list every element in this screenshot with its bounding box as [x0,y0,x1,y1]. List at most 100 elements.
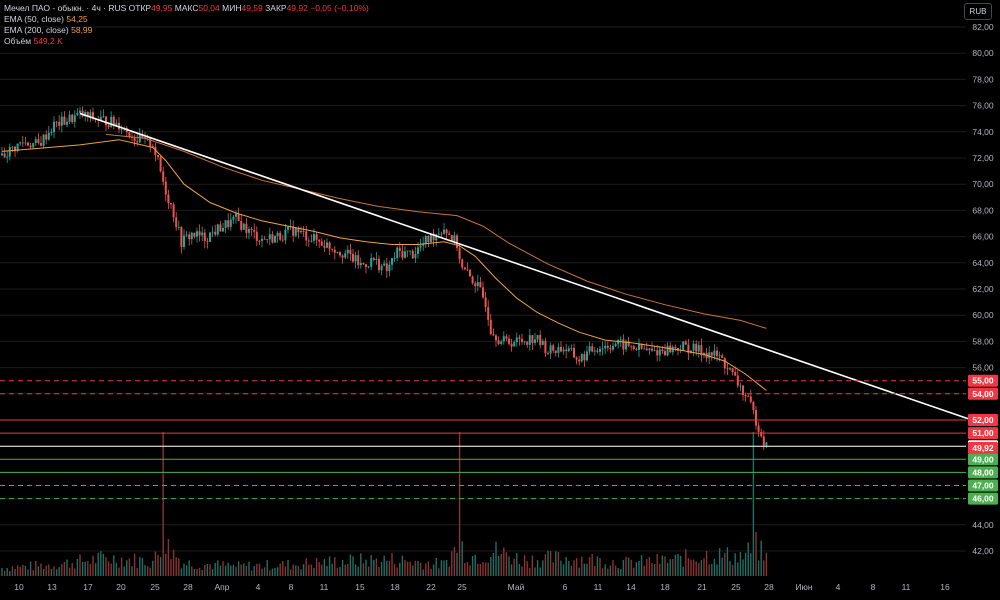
volume-bar [604,564,606,576]
volume-bar [721,557,723,576]
candle-body [1,153,3,156]
chart-canvas[interactable]: 42,0044,0046,0048,0050,0052,0054,0056,00… [0,0,1000,595]
level-badge-label: 49,00 [972,454,994,464]
volume-bar [3,570,6,576]
candle-body [586,351,588,361]
symbol-title[interactable]: Мечел ПАО - обыкн. · 4ч · RUS [4,3,126,13]
candle-body [515,337,518,343]
candle-body [40,143,42,146]
candle-body [755,409,757,426]
volume-bar [744,552,747,576]
volume-bar [139,557,141,576]
time-tick-label: 4 [836,582,841,592]
candle-body [248,229,250,233]
candle-body [271,234,274,243]
volume-bar [373,559,375,576]
candle-body [744,395,747,397]
currency-button[interactable]: RUB [964,3,992,20]
candle-body [599,348,601,352]
candle-body [328,242,331,249]
candle-body [357,255,360,266]
candle-body [528,335,531,345]
time-tick-label: Апр [215,582,230,592]
candle-body [739,385,742,387]
candle-body [359,263,362,266]
time-tick-label: 16 [940,582,950,592]
volume-bar [370,555,372,576]
volume-bar [118,567,120,576]
candle-body [216,224,219,235]
volume-bar [497,555,500,576]
volume-bar [131,566,133,576]
volume-bar [19,566,21,576]
time-tick-label: 28 [764,582,774,592]
time-tick-label: 13 [47,582,57,592]
candle-body [60,116,63,126]
volume-bar [396,567,398,576]
time-tick-label: 15 [355,582,365,592]
volume-bar [300,569,302,576]
time-tick-label: 25 [150,582,160,592]
volume-bar [196,569,198,576]
volume-bar [531,555,534,576]
volume-bar [695,561,697,576]
volume-bar [217,560,219,576]
candle-body [203,232,206,242]
ema200-row[interactable]: EMA (200, close) 58,99 [4,25,369,36]
candle-body [656,350,659,356]
volume-bar [339,566,341,576]
volume-bar [282,560,284,576]
volume-bar [253,565,255,576]
volume-bar [29,561,32,576]
candle-body [536,334,539,340]
volume-bar [594,566,596,576]
candle-body [29,145,32,148]
volume-bar [672,558,674,576]
candle-body [682,341,685,351]
volume-bar [451,551,453,576]
candle-body [214,231,217,235]
volume-bar [365,559,367,576]
candle-body [573,348,575,358]
candle-body [266,239,269,240]
volume-bar [482,562,484,576]
candle-body [453,235,456,242]
candle-body [398,247,401,251]
candle-body [66,121,68,125]
volume-bar [97,552,99,576]
price-chart[interactable]: 42,0044,0046,0048,0050,0052,0054,0056,00… [0,0,1000,595]
volume-row[interactable]: Объём 549,2 K [4,36,369,47]
time-tick-label: 21 [697,582,707,592]
candle-body [570,348,573,349]
candle-body [188,234,191,240]
volume-bar [529,568,531,576]
volume-bar [378,566,380,576]
time-tick-label: 8 [871,582,876,592]
candle-body [302,230,305,232]
volume-bar [308,564,310,576]
volume-bar [677,554,679,576]
volume-bar [448,566,450,576]
candle-body [263,238,266,240]
volume-bar [386,560,388,576]
ema50-row[interactable]: EMA (50, close) 54,25 [4,14,369,25]
volume-bar [422,569,424,576]
volume-bar [747,542,749,576]
candle-body [339,252,341,256]
volume-bar [274,568,276,576]
candle-body [279,232,282,240]
volume-bar [22,564,24,576]
candle-body [196,231,198,237]
volume-bar [765,552,768,576]
volume-bar [739,551,742,576]
volume-bar [508,556,510,576]
candle-body [596,350,599,352]
candle-body [692,343,695,351]
volume-bar [178,558,180,576]
candle-body [526,341,529,345]
volume-bar [757,560,760,576]
volume-bar [71,563,73,576]
level-badge-label: 55,00 [972,376,994,386]
candle-body [474,283,477,287]
volume-bar [349,554,352,576]
